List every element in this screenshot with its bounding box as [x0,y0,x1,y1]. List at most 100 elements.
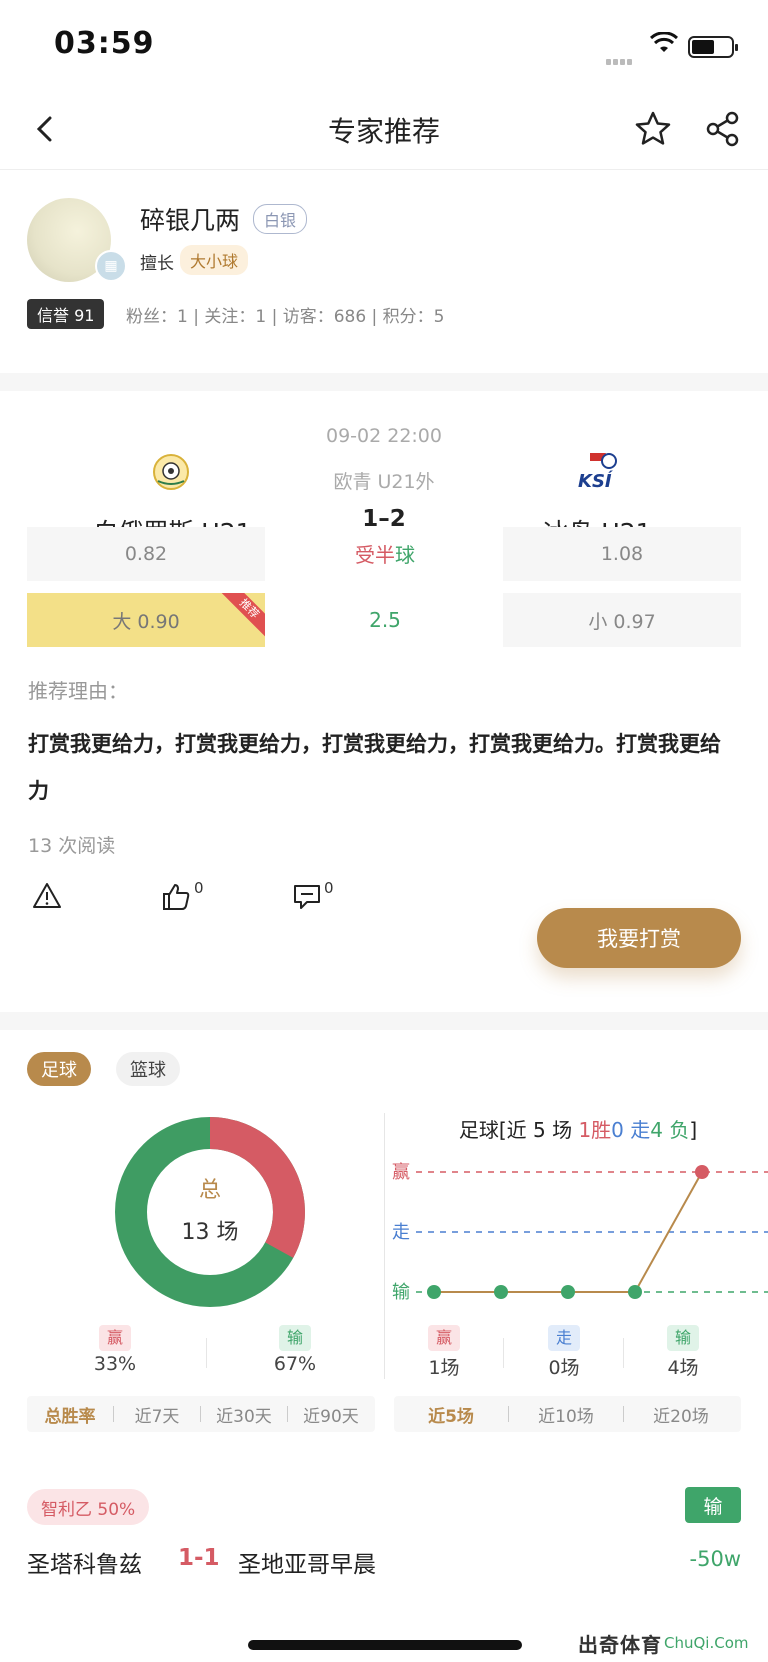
donut-total: 13 场 [181,1220,239,1245]
away-team-logo-icon: KSÍ [576,451,620,493]
reason-text: 打赏我更给力，打赏我更给力，打赏我更给力，打赏我更给力。打赏我更给力 [28,732,721,803]
period-30d[interactable]: 近30天 [201,1402,287,1427]
expert-profile: ▦ 碎银几两 白银 擅长 大小球 信誉 91 粉丝：1 | 关注：1 | 访客：… [0,171,768,371]
trend-win: 1胜 [578,1118,612,1142]
watermark: 出奇体育 ChuQi.Com [578,1624,768,1662]
handicap-away-odds[interactable]: 1.08 [503,527,741,581]
recent-amount: -50w [689,1547,741,1571]
recent-result-badge: 输 [685,1487,741,1523]
comment-count: 0 [324,879,334,897]
like-count: 0 [194,879,204,897]
recent-10[interactable]: 近10场 [509,1402,623,1427]
recent-period-filter: 近5场 近10场 近20场 [394,1396,741,1432]
total-goals-line: 2.5 [369,608,401,632]
section-divider [0,1012,768,1030]
league-name: 欧青 U21外 [333,471,435,493]
handicap-label: 受半球 [305,539,465,568]
trend-chart: 赢 走 输 [392,1161,768,1303]
win-stat: 赢 33% [70,1325,160,1375]
trend-point-4 [628,1285,642,1299]
over-odds-recommended[interactable]: 大 0.90 推荐 [27,593,265,647]
wifi-icon [649,31,679,58]
comment-button[interactable]: 0 [292,879,334,911]
lose-stat: 输 67% [250,1325,340,1375]
specialty-label: 擅长 [140,254,174,274]
expert-stats: 粉丝：1 | 关注：1 | 访客：686 | 积分：5 [126,307,445,327]
home-indicator[interactable] [248,1640,522,1650]
trend-axis-win: 赢 [392,1161,410,1183]
trend-point-5 [695,1165,709,1179]
battery-icon [688,36,738,58]
share-icon[interactable] [704,110,742,152]
recent-win-count: 1场 [428,1357,460,1379]
recent-home-team: 圣塔科鲁兹 [27,1552,142,1578]
win-tag: 赢 [98,1325,131,1351]
warning-icon [33,883,61,908]
level-badge: 白银 [253,204,308,234]
trend-point-3 [561,1285,575,1299]
signal-icon [606,50,634,69]
recent-draw-count: 0场 [548,1357,580,1379]
recent-draw-tag: 走 [547,1325,580,1351]
trend-title-suffix: ] [689,1118,698,1142]
recent-win-tag: 赢 [427,1325,460,1351]
comment-icon [294,885,320,909]
read-count: 13 次阅读 [28,835,116,857]
favorite-star-icon[interactable] [634,110,672,152]
tab-football[interactable]: 足球 [27,1052,91,1086]
recent-20[interactable]: 近20场 [624,1402,738,1427]
home-team-logo-icon [152,453,190,491]
watermark-site: ChuQi.Com [664,1634,749,1652]
recent-draw-stat: 走 0场 [519,1325,609,1380]
recent-lose-tag: 输 [666,1325,699,1351]
recent-5[interactable]: 近5场 [394,1402,508,1427]
recent-lose-stat: 输 4场 [638,1325,728,1380]
stat-divider [503,1338,504,1368]
recent-score: 1-1 [178,1545,220,1571]
trend-axis-lose: 输 [392,1282,410,1303]
recent-league-chip: 智利乙 50% [27,1489,150,1525]
handicap-home-odds[interactable]: 0.82 [27,527,265,581]
period-total[interactable]: 总胜率 [27,1402,113,1427]
status-time: 03:59 [54,26,155,61]
recent-away-team: 圣地亚哥早晨 [238,1552,376,1578]
recent-win-stat: 赢 1场 [399,1325,489,1380]
period-filter: 总胜率 近7天 近30天 近90天 [27,1396,375,1432]
specialty-tag: 大小球 [180,245,249,275]
period-90d[interactable]: 近90天 [288,1402,374,1427]
trend-point-2 [494,1285,508,1299]
lose-percent: 67% [273,1353,317,1375]
trend-point-1 [427,1285,441,1299]
win-rate-donut [115,1117,305,1307]
recommend-ribbon: 推荐 [220,593,265,638]
trend-draw: 0 走 [611,1118,651,1142]
like-button[interactable]: 0 [160,879,204,913]
svg-text:KSÍ: KSÍ [578,470,614,492]
expert-name[interactable]: 碎银几两 [140,201,240,237]
donut-title: 总 [198,1178,221,1203]
status-bar: 03:59 [0,0,768,90]
reward-button[interactable]: 我要打赏 [537,908,741,968]
trend-title: 足球[近 5 场 1胜0 走4 负] [388,1114,768,1143]
handicap-label-a: 受半 [355,543,395,567]
stat-divider [623,1338,624,1368]
match-datetime: 09-02 22:00 [325,425,442,447]
trend-lose: 4 负 [650,1118,690,1142]
section-divider [0,373,768,391]
credit-badge: 信誉 91 [27,299,105,329]
level-medal-icon: ▦ [95,250,127,282]
report-button[interactable] [32,881,62,911]
reason-label: 推荐理由： [28,679,128,703]
watermark-brand: 出奇体育 [578,1632,662,1657]
thumbs-up-icon [163,884,190,910]
recent-lose-count: 4场 [667,1357,699,1379]
trend-axis-draw: 走 [392,1222,410,1243]
lose-tag: 输 [278,1325,311,1351]
period-7d[interactable]: 近7天 [114,1402,200,1427]
stat-divider [206,1338,207,1368]
win-percent: 33% [93,1353,137,1375]
tab-basketball[interactable]: 篮球 [116,1052,180,1086]
handicap-label-b: 球 [395,543,415,567]
under-odds[interactable]: 小 0.97 [503,593,741,647]
trend-title-prefix: 足球[近 5 场 [458,1118,579,1142]
